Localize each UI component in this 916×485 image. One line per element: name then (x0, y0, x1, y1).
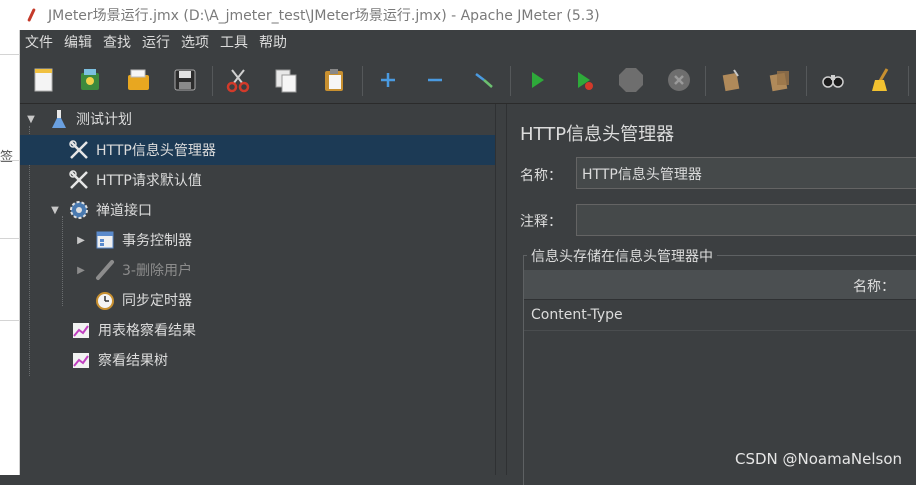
tree-node-label: 同步定时器 (122, 293, 192, 309)
tree-node-label: 用表格察看结果 (98, 323, 196, 339)
name-field[interactable]: HTTP信息头管理器 (576, 157, 916, 189)
tree-node-sync-timer[interactable]: 同步定时器 (20, 285, 495, 315)
clear-all-icon[interactable] (766, 66, 794, 94)
element-config-panel: HTTP信息头管理器 名称： HTTP信息头管理器 注释： 信息头存储在信息头管… (507, 104, 916, 485)
tree-node-label: HTTP请求默认值 (96, 173, 202, 189)
expand-icon[interactable] (374, 66, 402, 94)
toolbar-separator (908, 66, 909, 96)
tree-node-label: 禅道接口 (96, 203, 152, 219)
copy-icon[interactable] (272, 66, 300, 94)
cut-icon[interactable] (224, 66, 252, 94)
sampler-icon (96, 260, 114, 280)
divider (0, 160, 20, 161)
collapse-arrow-icon[interactable]: ▼ (24, 112, 38, 126)
name-label: 名称： (520, 168, 562, 184)
divider (0, 54, 20, 55)
tree-node-test-plan[interactable]: ▼ 测试计划 (20, 104, 495, 134)
menu-tools[interactable]: 工具 (219, 32, 249, 52)
comment-field[interactable] (576, 204, 916, 236)
start-icon[interactable] (523, 66, 551, 94)
jmeter-feather-icon (24, 7, 40, 23)
timer-icon (96, 292, 114, 310)
headers-table-header: 名称： (524, 270, 916, 300)
panel-title: HTTP信息头管理器 (520, 124, 675, 145)
controller-icon (96, 231, 114, 249)
templates-icon[interactable] (76, 66, 104, 94)
column-header-name[interactable]: 名称： (853, 276, 895, 296)
menu-help[interactable]: 帮助 (258, 32, 288, 52)
tree-node-label: 察看结果树 (98, 353, 168, 369)
tree-node-view-results-tree[interactable]: 察看结果树 (20, 345, 495, 375)
toolbar-separator (212, 66, 213, 96)
watermark: CSDN @NoamaNelson (735, 450, 903, 468)
test-plan-icon (52, 110, 66, 128)
collapse-icon[interactable] (421, 66, 449, 94)
expand-arrow-icon[interactable]: ▶ (74, 233, 88, 247)
tree-node-http-header-manager[interactable]: HTTP信息头管理器 (20, 135, 495, 165)
search-icon[interactable] (819, 66, 847, 94)
shutdown-icon[interactable] (665, 66, 693, 94)
start-no-pause-icon[interactable] (570, 66, 598, 94)
new-icon[interactable] (30, 66, 58, 94)
toolbar (20, 54, 916, 104)
expand-arrow-icon[interactable]: ▶ (74, 263, 88, 277)
window-title: JMeter场景运行.jmx (D:\A_jmeter_test\JMeter场… (48, 8, 600, 24)
gear-icon (70, 201, 88, 219)
paste-icon[interactable] (320, 66, 348, 94)
toolbar-separator (806, 66, 807, 96)
tool-icon (69, 170, 88, 189)
background-window-char: 签 (0, 150, 14, 165)
stop-icon[interactable] (617, 66, 645, 94)
window-titlebar: JMeter场景运行.jmx (D:\A_jmeter_test\JMeter场… (0, 0, 916, 30)
tree-node-thread-group[interactable]: ▼ 禅道接口 (20, 195, 495, 225)
tree-node-label: 3-删除用户 (122, 263, 192, 279)
menu-file[interactable]: 文件 (24, 32, 54, 52)
test-plan-tree: ▼ 测试计划 HTTP信息头管理器 HTTP请求默认值 ▼ 禅道接口 ▶ 事务控… (20, 104, 495, 475)
menu-options[interactable]: 选项 (180, 32, 210, 52)
menu-search[interactable]: 查找 (102, 32, 132, 52)
chart-icon (73, 323, 89, 338)
tool-icon (69, 140, 88, 159)
tree-node-delete-user[interactable]: ▶ 3-删除用户 (20, 255, 495, 285)
toggle-icon[interactable] (470, 66, 498, 94)
tree-node-label: 事务控制器 (122, 233, 192, 249)
background-window-strip: 签 (0, 30, 20, 475)
tree-node-label: 测试计划 (76, 112, 132, 128)
headers-group-title: 信息头存储在信息头管理器中 (527, 246, 717, 266)
clear-icon[interactable] (718, 66, 746, 94)
menu-run[interactable]: 运行 (141, 32, 171, 52)
split-pane-divider[interactable] (495, 104, 507, 475)
divider (0, 320, 20, 321)
menu-bar: 文件 编辑 查找 运行 选项 工具 帮助 (20, 30, 916, 54)
tree-node-view-results-table[interactable]: 用表格察看结果 (20, 315, 495, 345)
menu-edit[interactable]: 编辑 (63, 32, 93, 52)
reset-search-icon[interactable] (867, 66, 895, 94)
open-icon[interactable] (124, 66, 152, 94)
collapse-arrow-icon[interactable]: ▼ (48, 203, 62, 217)
table-row[interactable]: Content-Type (524, 301, 916, 331)
comment-label: 注释： (520, 214, 562, 230)
toolbar-separator (362, 66, 363, 96)
toolbar-separator (705, 66, 706, 96)
save-icon[interactable] (171, 66, 199, 94)
tree-node-label: HTTP信息头管理器 (96, 143, 216, 159)
chart-icon (73, 353, 89, 368)
toolbar-separator (510, 66, 511, 96)
tree-node-http-defaults[interactable]: HTTP请求默认值 (20, 165, 495, 195)
divider (0, 238, 20, 239)
header-name-cell[interactable]: Content-Type (531, 307, 623, 323)
tree-node-transaction-controller[interactable]: ▶ 事务控制器 (20, 225, 495, 255)
